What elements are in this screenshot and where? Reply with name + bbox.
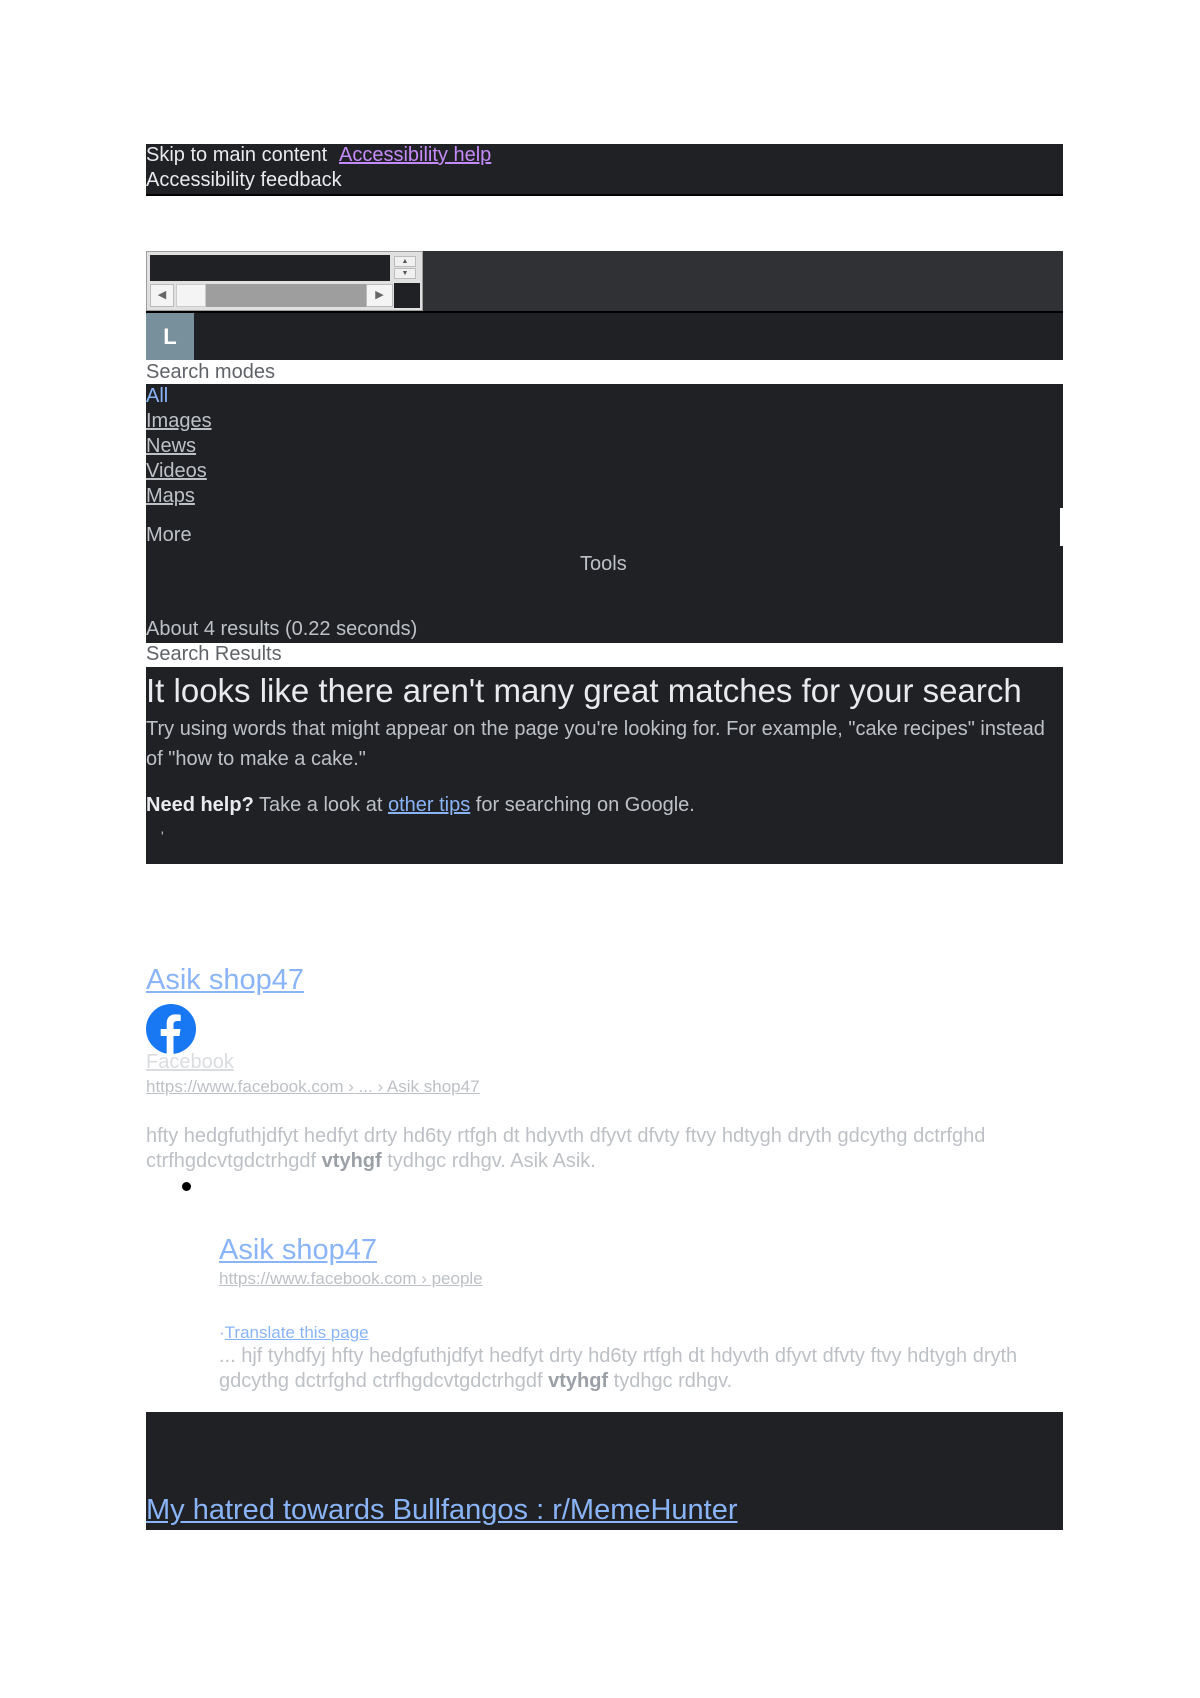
- search-modes-panel: [146, 384, 1063, 508]
- list-bullet: [182, 1182, 191, 1191]
- scrollbar-corner: [394, 283, 420, 308]
- result-stats: About 4 results (0.22 seconds): [146, 618, 418, 640]
- account-bar: [146, 313, 1063, 360]
- facebook-icon[interactable]: [146, 1004, 196, 1054]
- accessibility-feedback-link[interactable]: Accessibility feedback: [146, 169, 342, 192]
- scroll-down-icon[interactable]: ▼: [394, 268, 416, 279]
- tools-button[interactable]: Tools: [580, 553, 627, 576]
- tab-maps[interactable]: Maps: [146, 485, 195, 508]
- snippet-highlight: vtyhgf: [321, 1150, 382, 1172]
- tab-videos[interactable]: Videos: [146, 460, 207, 483]
- tab-images[interactable]: Images: [146, 410, 212, 433]
- scroll-up-icon[interactable]: ▲: [394, 256, 416, 267]
- need-help-label: Need help?: [146, 794, 254, 816]
- result-title-link[interactable]: Asik shop47: [146, 964, 304, 997]
- search-input[interactable]: [150, 255, 390, 281]
- avatar[interactable]: L: [146, 313, 194, 360]
- no-results-help: Need help? Take a look at other tips for…: [146, 794, 695, 817]
- more-button[interactable]: More: [146, 524, 192, 547]
- no-results-body: Try using words that might appear on the…: [146, 718, 1045, 770]
- search-results-heading: Search Results: [146, 643, 282, 665]
- scrollbar-thumb[interactable]: [176, 284, 206, 307]
- result-site-name[interactable]: Facebook: [146, 1051, 234, 1074]
- snippet-text: tydhgc rdhgv.: [608, 1370, 733, 1392]
- result-url[interactable]: https://www.facebook.com › people: [219, 1269, 483, 1289]
- search-modes-heading: Search modes: [146, 361, 275, 383]
- result-snippet: ... hjf tyhdfyj hfty hedgfuthjdfyt hedfy…: [219, 1344, 1049, 1394]
- help-text-pre: Take a look at: [253, 794, 388, 816]
- help-text-post: for searching on Google.: [470, 794, 695, 816]
- result-snippet: hfty hedgfuthjdfyt hedfyt drty hd6ty rtf…: [146, 1124, 1066, 1174]
- no-results-title: It looks like there aren't many great ma…: [146, 672, 1022, 709]
- other-tips-link[interactable]: other tips: [388, 794, 470, 816]
- skip-to-main-link[interactable]: Skip to main content: [146, 144, 327, 167]
- tab-news[interactable]: News: [146, 435, 196, 458]
- more-bar: [146, 508, 1062, 546]
- result-title-link[interactable]: Asik shop47: [219, 1234, 377, 1267]
- snippet-text: tydhgc rdhgv. Asik Asik.: [381, 1150, 596, 1172]
- accessibility-help-link[interactable]: Accessibility help: [339, 144, 491, 167]
- result-title-link[interactable]: My hatred towards Bullfangos : r/MemeHun…: [146, 1494, 738, 1527]
- translate-link[interactable]: Translate this page: [225, 1323, 369, 1342]
- stray-mark: ': [161, 828, 164, 844]
- snippet-highlight: vtyhgf: [548, 1370, 609, 1392]
- result-url[interactable]: https://www.facebook.com › ... › Asik sh…: [146, 1077, 480, 1097]
- scroll-right-icon[interactable]: ▶: [366, 284, 393, 307]
- translate-row: ·Translate this page: [219, 1323, 369, 1343]
- scroll-left-icon[interactable]: ◀: [150, 284, 174, 307]
- vertical-scrollbar[interactable]: ▲ ▼: [392, 255, 418, 281]
- tab-all[interactable]: All: [146, 385, 168, 408]
- scrollbar-track[interactable]: [206, 284, 366, 307]
